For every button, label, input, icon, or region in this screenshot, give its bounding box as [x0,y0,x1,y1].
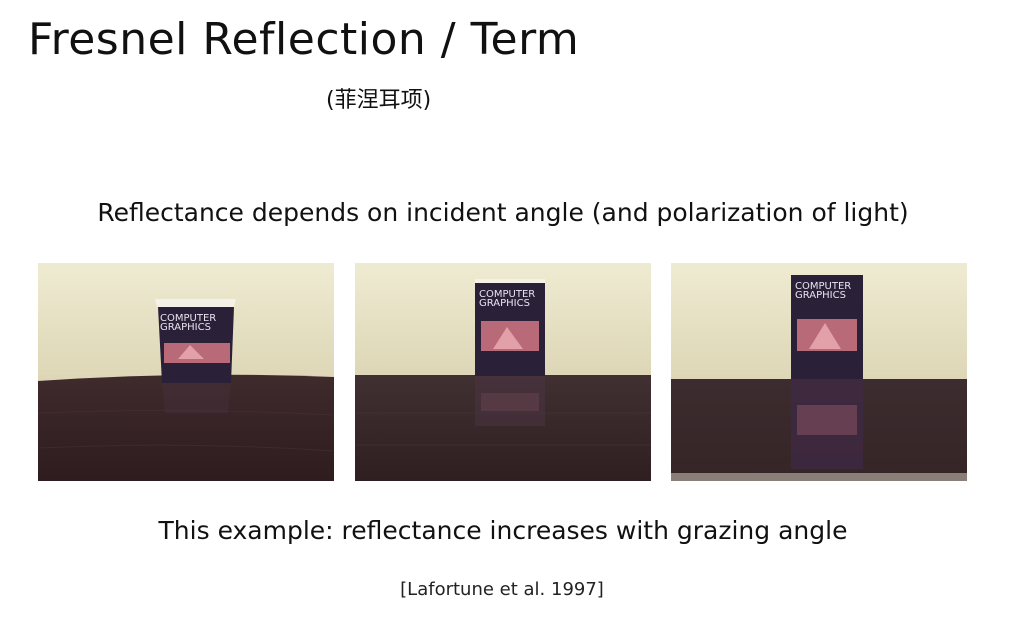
caption-grazing-angle: This example: reflectance increases with… [158,516,848,545]
caption-incident-angle: Reflectance depends on incident angle (a… [97,198,909,227]
book-title-line2: GRAPHICS [795,290,846,301]
book-title-line2: GRAPHICS [479,298,530,309]
photo-book-view-3: COMPUTER GRAPHICS [671,263,967,481]
citation: [Lafortune et al. 1997] [400,579,604,600]
photo-strip: COMPUTER GRAPHICS COMPUTER GRAPHICS COMP… [38,263,967,481]
slide-title: Fresnel Reflection / Term [28,14,580,65]
photo-book-view-2: COMPUTER GRAPHICS [355,263,651,481]
slide-subtitle: (菲涅耳项) [326,88,432,113]
photo-book-view-1: COMPUTER GRAPHICS [38,263,334,481]
book-title-line2: GRAPHICS [160,322,211,333]
